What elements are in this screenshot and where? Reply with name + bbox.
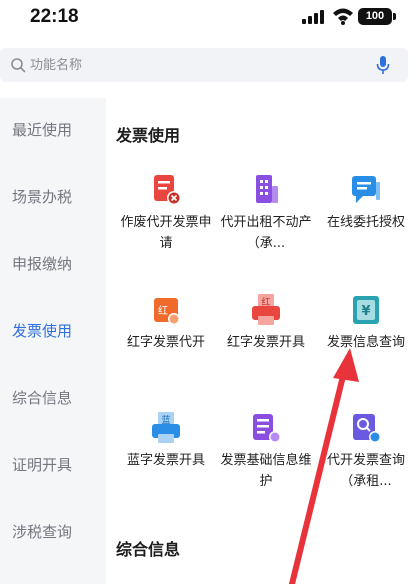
section-title-invoice-use: 发票使用 xyxy=(116,126,181,145)
building-icon xyxy=(256,175,278,203)
tile-label: 发票基础信息维护 xyxy=(220,453,312,489)
sidebar-item-tax-query[interactable]: 涉税查询 xyxy=(0,512,106,552)
invoice-void-icon xyxy=(154,175,181,205)
tile-label: 代开出租不动产（承... xyxy=(220,215,312,251)
sidebar-item-scenario[interactable]: 场景办税 xyxy=(0,177,106,217)
microphone-icon[interactable] xyxy=(376,55,390,75)
proxy-invoice-query-icon xyxy=(353,414,381,443)
tile-proxy-lease-property[interactable]: 代开出租不动产（承... xyxy=(216,172,316,282)
tile-proxy-invoice-query[interactable]: 代开发票查询（承租... xyxy=(316,410,416,520)
tile-label: 在线委托授权 xyxy=(326,215,405,230)
invoice-maintenance-icon xyxy=(253,414,281,443)
category-sidebar: 最近使用 场景办税 申报缴纳 发票使用 综合信息 证明开具 涉税查询 xyxy=(0,98,106,584)
search-bar[interactable] xyxy=(0,48,408,82)
cellular-signal-icon xyxy=(302,10,324,24)
red-invoice-proxy-icon: 红 xyxy=(154,298,180,325)
svg-text:红: 红 xyxy=(158,304,168,317)
tile-online-authorize[interactable]: 在线委托授权 xyxy=(316,172,416,282)
tile-label: 红字发票代开 xyxy=(126,335,205,350)
tile-red-invoice-proxy[interactable]: 红 红字发票代开 xyxy=(116,292,216,402)
svg-text:蓝: 蓝 xyxy=(161,414,170,426)
tile-void-proxy-invoice[interactable]: 作废代开发票申请 xyxy=(116,172,216,282)
sidebar-item-general-info[interactable]: 综合信息 xyxy=(0,378,106,418)
sidebar-item-invoice-use[interactable]: 发票使用 xyxy=(0,311,106,351)
sidebar-item-certificate[interactable]: 证明开具 xyxy=(0,445,106,485)
tile-label: 代开发票查询（承租... xyxy=(326,453,405,489)
wifi-icon xyxy=(333,8,353,25)
sidebar-item-recent[interactable]: 最近使用 xyxy=(0,110,106,150)
red-invoice-printer-icon: 红 xyxy=(252,294,280,325)
tile-invoice-base-maintain[interactable]: 发票基础信息维护 xyxy=(216,410,316,520)
invoice-query-icon: ¥ xyxy=(353,296,379,324)
battery-tip xyxy=(393,13,396,20)
search-icon xyxy=(11,58,26,73)
tile-invoice-info-query[interactable]: ¥ 发票信息查询 xyxy=(316,292,416,402)
tile-label: 作废代开发票申请 xyxy=(120,215,212,251)
status-bar: 22:18 100 xyxy=(0,0,416,40)
battery-icon: 100 xyxy=(358,8,392,25)
blue-invoice-printer-icon: 蓝 xyxy=(152,412,180,443)
function-panel: 发票使用 作废代开发票申请 代开出租不动产（承... 在线委托授权 红 红字发票… xyxy=(106,98,416,584)
tile-label: 发票信息查询 xyxy=(326,335,405,350)
status-time: 22:18 xyxy=(30,6,79,27)
svg-text:红: 红 xyxy=(261,296,270,308)
tile-red-invoice-issue[interactable]: 红 红字发票开具 xyxy=(216,292,316,402)
tile-label: 蓝字发票开具 xyxy=(126,453,205,468)
section-title-general-info: 综合信息 xyxy=(116,540,181,559)
search-input[interactable] xyxy=(30,48,330,82)
tile-label: 红字发票开具 xyxy=(226,335,305,350)
chat-authorize-icon xyxy=(352,176,380,203)
tile-blue-invoice-issue[interactable]: 蓝 蓝字发票开具 xyxy=(116,410,216,520)
svg-text:¥: ¥ xyxy=(361,304,370,319)
sidebar-item-declare-pay[interactable]: 申报缴纳 xyxy=(0,244,106,284)
